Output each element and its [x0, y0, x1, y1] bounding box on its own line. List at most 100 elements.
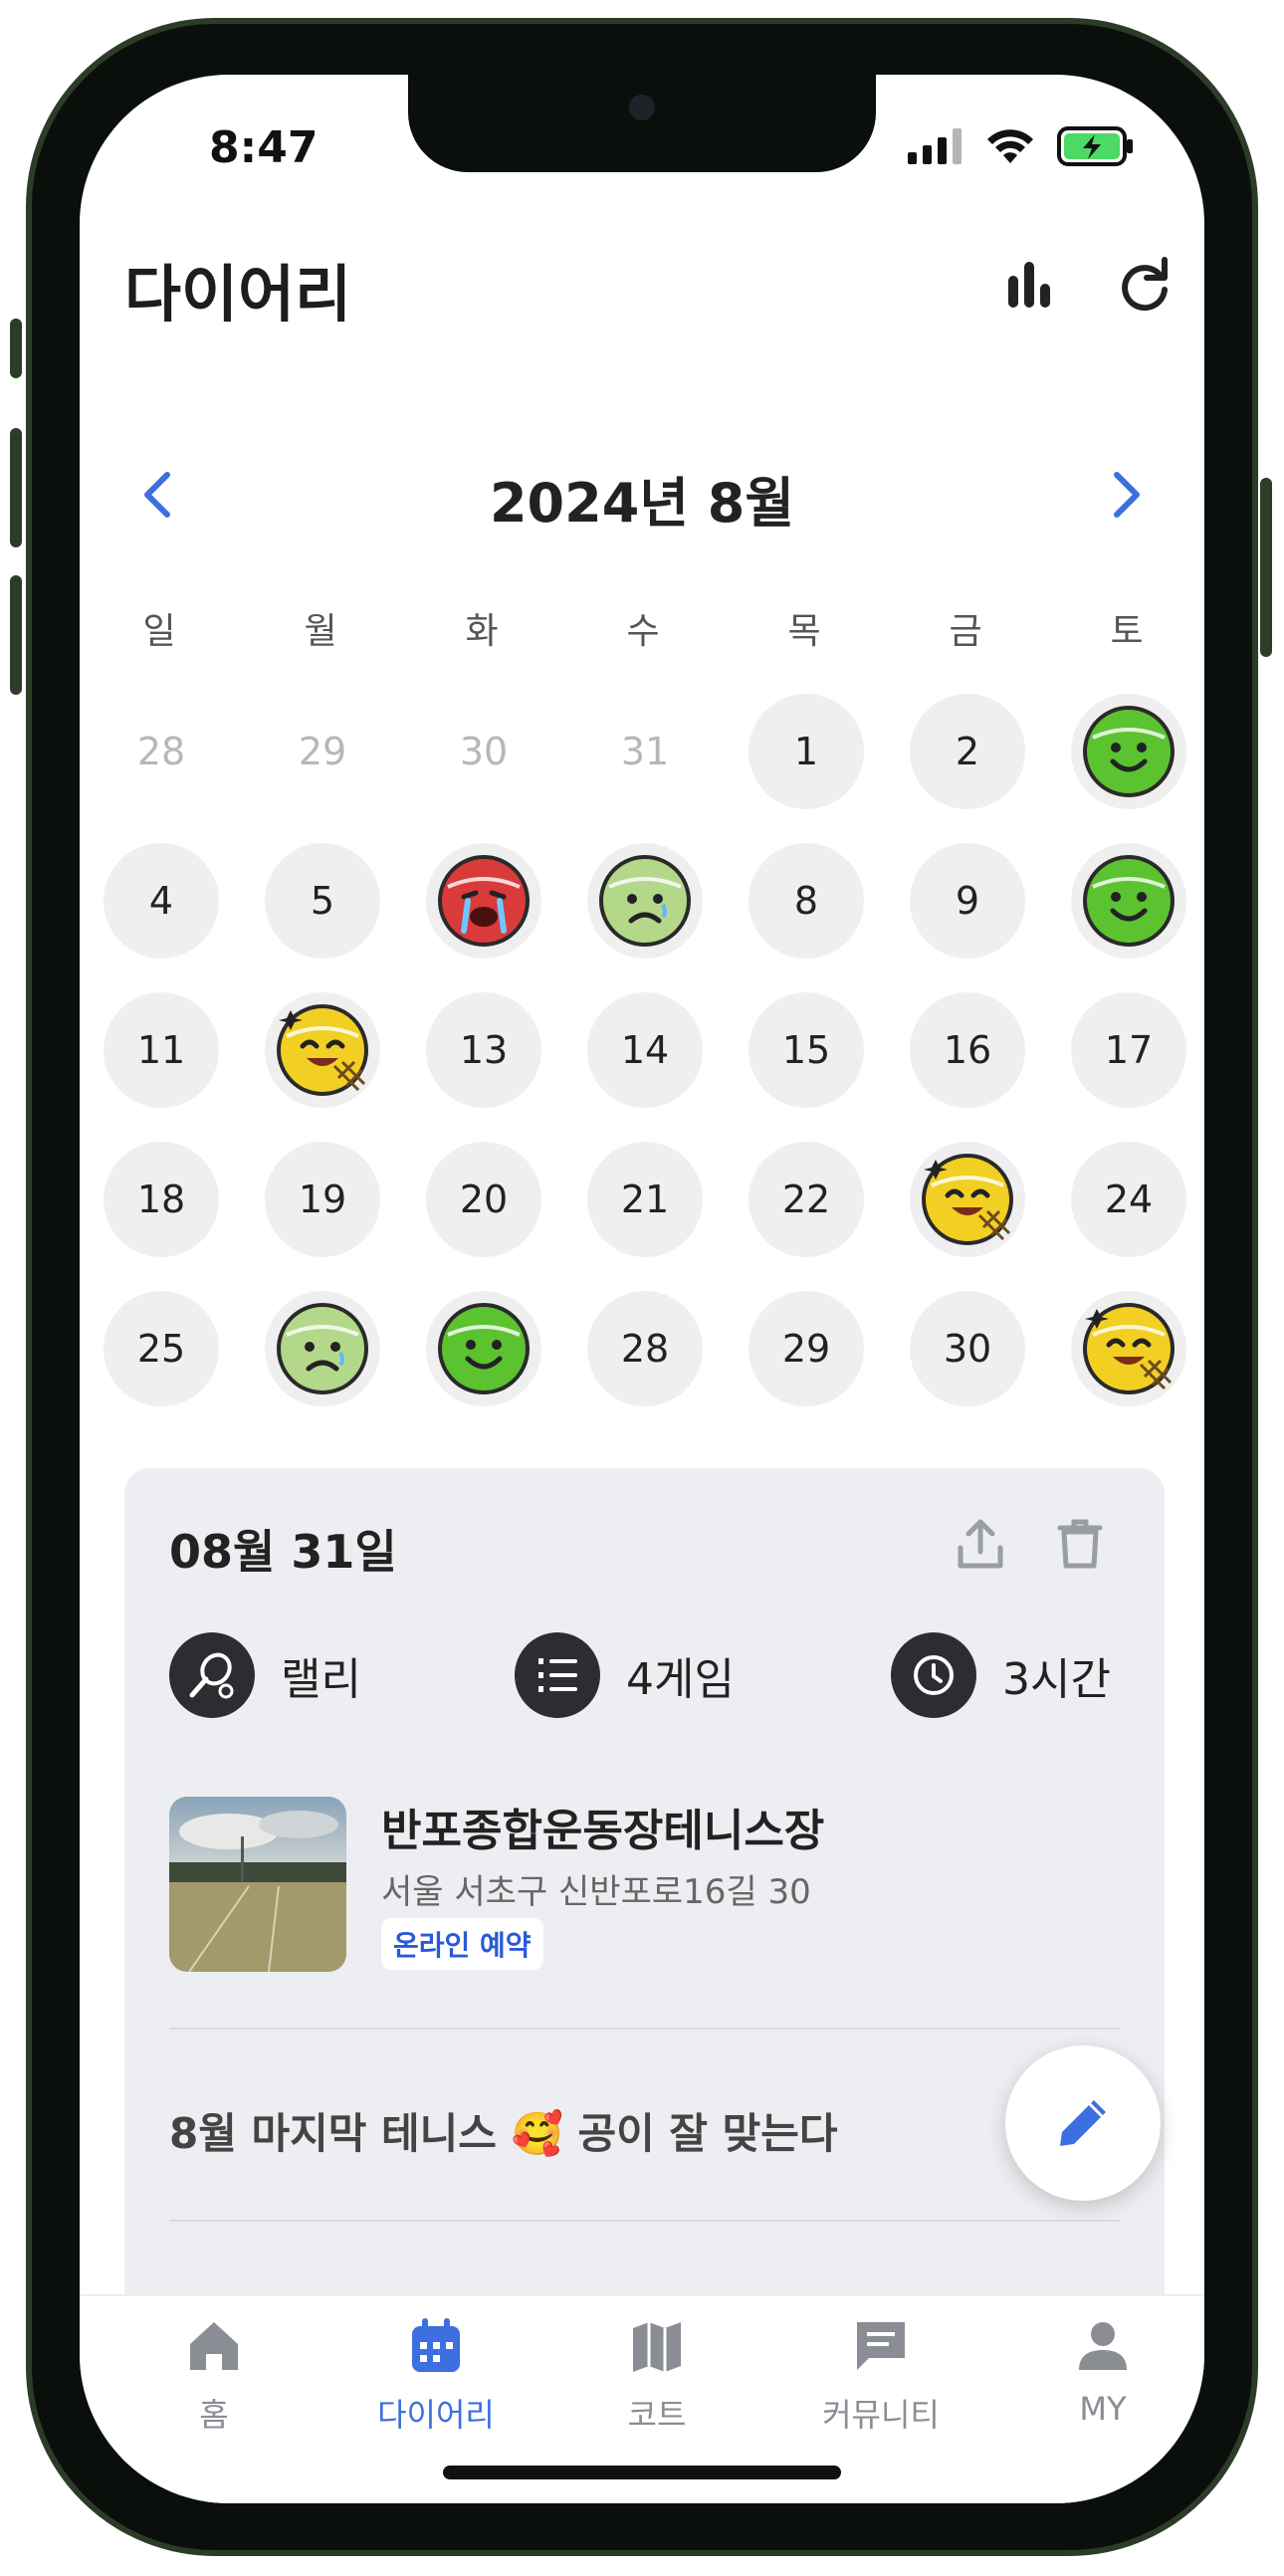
games-label: 4게임 [626, 1654, 735, 1705]
online-booking-badge: 온라인 예약 [381, 1918, 543, 1970]
calendar-day-prev-month[interactable]: 29 [265, 694, 380, 809]
divider [169, 2028, 1120, 2030]
weekday-label: 토 [1110, 611, 1144, 652]
racket-icon [169, 1632, 255, 1718]
calendar-day-emoji[interactable] [1071, 694, 1186, 809]
tab-court[interactable]: 코트 [567, 2314, 747, 2436]
calendar-day[interactable]: 19 [265, 1142, 380, 1257]
calendar-day[interactable]: 24 [1071, 1142, 1186, 1257]
happy-ball-emoji-icon [1083, 706, 1175, 797]
calendar-icon [412, 2318, 460, 2372]
calendar-day[interactable]: 18 [104, 1142, 219, 1257]
calendar-day[interactable]: 25 [104, 1291, 219, 1406]
calendar-day[interactable]: 22 [749, 1142, 864, 1257]
signal-icon [908, 128, 962, 164]
play-type-label: 랠리 [281, 1654, 361, 1705]
tab-diary[interactable]: 다이어리 [346, 2314, 526, 2436]
weekday-label: 화 [465, 611, 499, 652]
tab-label: 다이어리 [377, 2396, 495, 2434]
calendar-day[interactable]: 21 [587, 1142, 703, 1257]
calendar-day[interactable]: 5 [265, 843, 380, 959]
calendar-day[interactable]: 8 [749, 843, 864, 959]
duration-label: 3시간 [1002, 1654, 1111, 1705]
tab-label: 홈 [199, 2396, 229, 2434]
calendar-day[interactable]: 20 [426, 1142, 541, 1257]
court-thumbnail[interactable] [169, 1797, 346, 1972]
mute-switch [10, 319, 22, 378]
home-indicator [443, 2466, 841, 2479]
excited-ball-emoji-icon [922, 1154, 1013, 1245]
volume-down-button [10, 575, 22, 695]
calendar-day-emoji[interactable] [426, 843, 541, 959]
entry-date: 08월 31일 [169, 1525, 397, 1579]
month-title: 2024년 8월 [489, 472, 795, 535]
divider [169, 2220, 1120, 2222]
weekday-label: 목 [787, 611, 821, 652]
next-month-chevron-icon[interactable] [1095, 465, 1155, 525]
calendar-day-emoji[interactable] [1071, 1291, 1186, 1406]
calendar-day[interactable]: 11 [104, 992, 219, 1108]
calendar-day[interactable]: 29 [749, 1291, 864, 1406]
wifi-icon [987, 129, 1033, 163]
stats-icon[interactable] [1000, 254, 1060, 314]
status-time: 8:47 [209, 122, 319, 173]
stat-duration: 3시간 [891, 1632, 1111, 1718]
front-camera [629, 95, 655, 120]
calendar-day[interactable]: 4 [104, 843, 219, 959]
calendar-day-emoji[interactable] [265, 1291, 380, 1406]
battery-icon [1057, 126, 1133, 166]
calendar-day[interactable]: 28 [587, 1291, 703, 1406]
stat-play-type: 랠리 [169, 1632, 361, 1718]
calendar-day-prev-month[interactable]: 28 [104, 694, 219, 809]
tab-my[interactable]: MY [1013, 2314, 1192, 2428]
calendar-day-emoji[interactable] [1071, 843, 1186, 959]
tab-label: 커뮤니티 [822, 2396, 940, 2434]
calendar-day[interactable]: 17 [1071, 992, 1186, 1108]
write-entry-button[interactable] [1005, 2045, 1161, 2201]
list-numbered-icon [515, 1632, 600, 1718]
calendar-day-prev-month[interactable]: 31 [587, 694, 703, 809]
excited-ball-emoji-icon [1083, 1303, 1175, 1395]
tab-label: 코트 [627, 2396, 687, 2434]
weekday-label: 수 [626, 611, 660, 652]
entry-memo: 8월 마지막 테니스 🥰 공이 잘 맞는다 [169, 2109, 838, 2158]
calendar-day-emoji[interactable] [426, 1291, 541, 1406]
tab-home[interactable]: 홈 [124, 2314, 304, 2436]
refresh-icon[interactable] [1115, 254, 1175, 314]
volume-up-button [10, 428, 22, 547]
calendar-day-prev-month[interactable]: 30 [426, 694, 541, 809]
month-navigation: 2024년 8월 [80, 453, 1204, 542]
calendar-day-emoji[interactable] [587, 843, 703, 959]
share-icon[interactable] [953, 1516, 1008, 1572]
trash-icon[interactable] [1052, 1516, 1108, 1572]
calendar-day[interactable]: 9 [910, 843, 1025, 959]
calendar-day[interactable]: 1 [749, 694, 864, 809]
weekday-label: 일 [142, 611, 176, 652]
calendar-day[interactable]: 14 [587, 992, 703, 1108]
court-name[interactable]: 반포종합운동장테니스장 [381, 1795, 824, 1858]
calendar-day[interactable]: 2 [910, 694, 1025, 809]
tab-label: MY [1079, 2390, 1127, 2428]
sad-ball-emoji-icon [599, 855, 691, 947]
stat-games: 4게임 [515, 1632, 735, 1718]
sad-ball-emoji-icon [277, 1303, 368, 1395]
happy-ball-emoji-icon [438, 1303, 530, 1395]
pencil-icon [1060, 2100, 1106, 2146]
calendar-day[interactable]: 15 [749, 992, 864, 1108]
happy-ball-emoji-icon [1083, 855, 1175, 947]
calendar-day-emoji[interactable] [910, 1142, 1025, 1257]
calendar-day-emoji[interactable] [265, 992, 380, 1108]
calendar-day[interactable]: 16 [910, 992, 1025, 1108]
person-icon [1079, 2322, 1127, 2370]
calendar-day[interactable]: 13 [426, 992, 541, 1108]
tab-community[interactable]: 커뮤니티 [791, 2314, 970, 2436]
screen: 8:47 다이어리 2024년 8월 일 월 화 수 목 금 토 28 29 3… [80, 75, 1204, 2503]
weekday-label: 금 [949, 611, 982, 652]
status-icons [908, 126, 1135, 166]
excited-ball-emoji-icon [277, 1004, 368, 1096]
weekday-label: 월 [304, 611, 337, 652]
home-icon [190, 2322, 238, 2370]
calendar-day[interactable]: 30 [910, 1291, 1025, 1406]
clock-icon [891, 1632, 976, 1718]
map-icon [633, 2322, 681, 2372]
